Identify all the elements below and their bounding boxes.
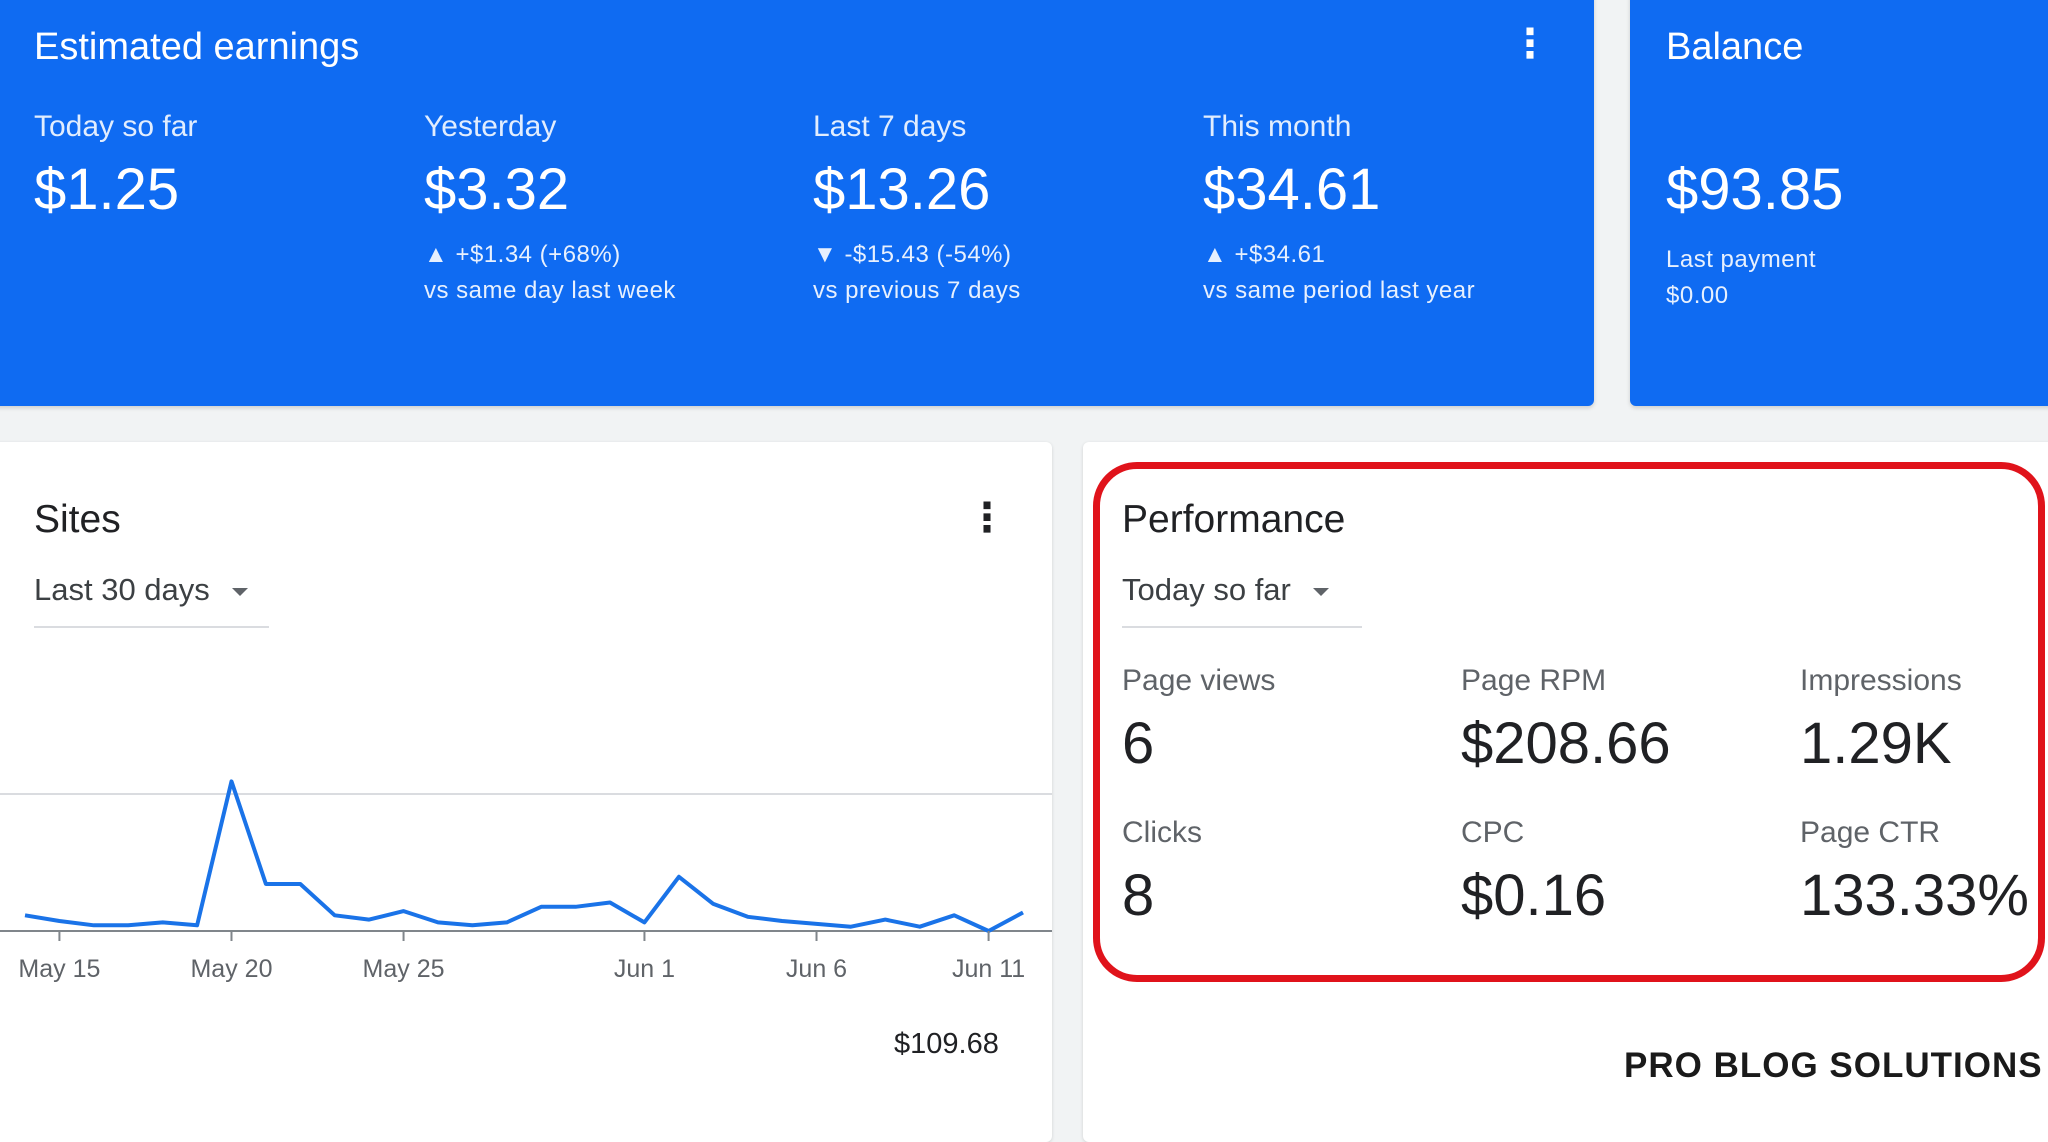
sites-title: Sites: [34, 498, 121, 541]
estimated-earnings-card: Estimated earnings ⋮ Today so far $1.25 …: [0, 0, 1594, 406]
metric-delta: ▲ +$34.61: [1203, 237, 1475, 273]
metric-this-month: This month $34.61 ▲ +$34.61 vs same peri…: [1203, 110, 1475, 309]
chart-x-tick-label: May 25: [363, 955, 445, 983]
sites-range-label: Last 30 days: [34, 572, 210, 607]
last-payment-label: Last payment: [1666, 246, 1817, 273]
up-arrow-icon: ▲: [1203, 241, 1228, 268]
metric-compare: vs previous 7 days: [813, 277, 1021, 304]
metric-yesterday: Yesterday $3.32 ▲ +$1.34 (+68%) vs same …: [424, 110, 676, 309]
highlight-outline: [1093, 462, 2045, 982]
last-payment-value: $0.00: [1666, 282, 1729, 309]
metric-label: Last 7 days: [813, 110, 967, 143]
chart-x-tick-label: Jun 6: [786, 955, 847, 983]
metric-delta: ▼ -$15.43 (-54%): [813, 237, 1021, 273]
metric-last-7-days: Last 7 days $13.26 ▼ -$15.43 (-54%) vs p…: [813, 110, 1021, 309]
metric-value: $13.26: [813, 157, 991, 222]
delta-value: +$1.34 (+68%): [455, 241, 621, 268]
metric-delta: ▲ +$1.34 (+68%): [424, 237, 676, 273]
metric-compare: vs same period last year: [1203, 277, 1476, 304]
up-arrow-icon: ▲: [424, 241, 449, 268]
metric-compare: vs same day last week: [424, 277, 676, 304]
watermark: PRO BLOG SOLUTIONS: [1624, 1046, 2043, 1085]
metric-value: $34.61: [1203, 157, 1381, 222]
more-vert-icon[interactable]: ⋮: [1510, 24, 1550, 64]
balance-card: Balance $93.85 Last payment $0.00: [1630, 0, 2048, 406]
chart-x-tick-label: Jun 11: [952, 955, 1025, 983]
more-vert-icon[interactable]: ⋮: [967, 498, 1007, 538]
estimated-earnings-title: Estimated earnings: [34, 26, 360, 68]
metric-value: $1.25: [34, 157, 180, 222]
chart-x-tick-label: Jun 1: [614, 955, 675, 983]
metric-label: This month: [1203, 110, 1352, 143]
balance-title: Balance: [1666, 26, 1804, 68]
delta-value: +$34.61: [1234, 241, 1326, 268]
delta-value: -$15.43 (-54%): [844, 241, 1012, 268]
sites-total: $109.68: [894, 1028, 999, 1060]
chart-x-tick-label: May 15: [18, 955, 100, 983]
metric-value: $3.32: [424, 157, 570, 222]
metric-label: Today so far: [34, 110, 198, 143]
balance-value: $93.85: [1666, 157, 1844, 222]
dropdown-arrow-icon: [231, 587, 248, 596]
down-arrow-icon: ▼: [813, 241, 838, 268]
metric-label: Yesterday: [424, 110, 557, 143]
chart-series-line: [24, 779, 1024, 933]
sites-range-dropdown[interactable]: Last 30 days: [34, 572, 269, 628]
sites-earnings-chart: May 15 May 20 May 25 Jun 1 Jun 6 Jun 11: [0, 779, 1052, 983]
chart-x-tick-label: May 20: [190, 955, 272, 983]
metric-today: Today so far $1.25: [34, 110, 197, 223]
